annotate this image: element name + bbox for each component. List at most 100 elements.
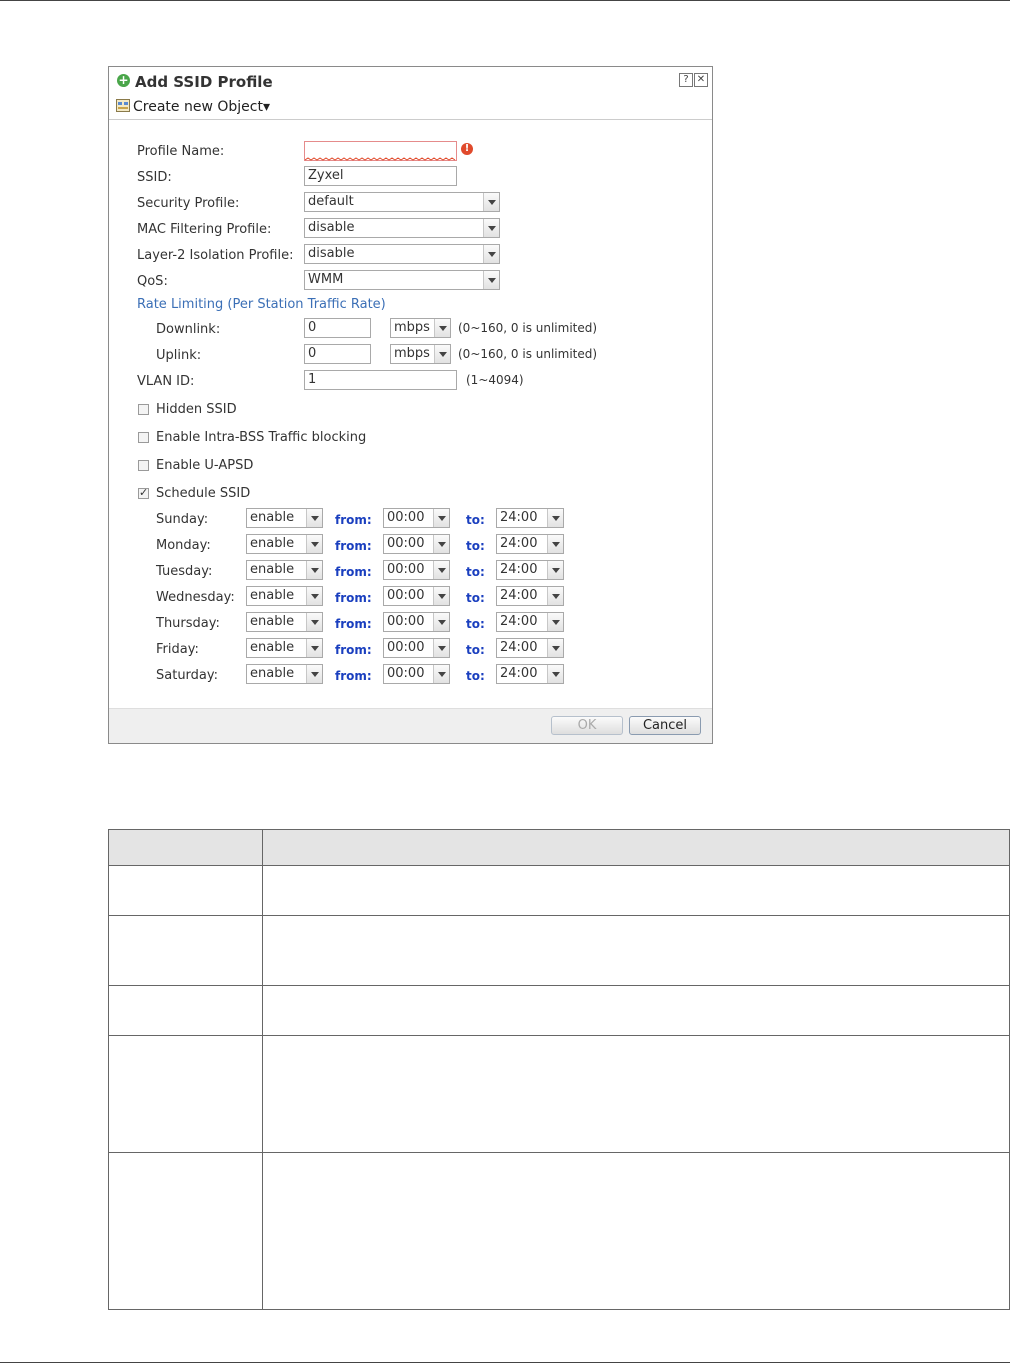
chevron-down-icon [433,535,449,553]
chevron-down-icon [306,613,322,631]
from-time-select[interactable]: 00:00 [383,586,450,606]
to-time-value: 24:00 [500,666,538,681]
chevron-down-icon [306,639,322,657]
day-state-value: enable [250,640,295,655]
downlink-range-note: (0~160, 0 is unlimited) [458,321,598,335]
chevron-down-icon [306,535,322,553]
mac-filter-select[interactable]: disable [304,218,500,238]
chevron-down-icon [483,219,499,237]
chevron-down-icon [433,587,449,605]
from-time-select[interactable]: 00:00 [383,534,450,554]
downlink-unit-select[interactable]: mbps [390,318,451,338]
day-label: Wednesday: [156,590,235,605]
cancel-button[interactable]: Cancel [629,716,701,735]
from-time-value: 00:00 [387,588,425,603]
uplink-input[interactable]: 0 [304,344,371,364]
chevron-down-icon [306,561,322,579]
day-state-value: enable [250,562,295,577]
close-icon[interactable]: ✕ [694,73,708,87]
hidden-ssid-checkbox[interactable] [138,404,149,415]
to-time-select[interactable]: 24:00 [496,612,564,632]
day-label: Saturday: [156,668,219,683]
error-icon: ! [461,143,473,155]
schedule-ssid-checkbox[interactable] [138,486,149,499]
from-time-select[interactable]: 00:00 [383,612,450,632]
from-time-value: 00:00 [387,510,425,525]
day-state-select[interactable]: enable [246,560,323,580]
chevron-down-icon [306,509,322,527]
profile-name-label: Profile Name: [137,144,225,159]
create-new-object-menu[interactable]: Create new Object▾ [133,99,270,115]
downlink-label: Downlink: [156,322,221,337]
uplink-unit-select[interactable]: mbps [390,344,451,364]
help-icon[interactable]: ? [679,73,693,87]
chevron-down-icon [306,665,322,683]
intra-bss-blocking-checkbox[interactable] [138,432,149,443]
dialog-footer: OK Cancel [109,708,712,743]
chevron-down-icon [433,665,449,683]
to-label: to: [466,591,485,605]
downlink-input[interactable]: 0 [304,318,371,338]
chevron-down-icon [433,561,449,579]
chevron-down-icon [547,509,563,527]
to-time-value: 24:00 [500,562,538,577]
chevron-down-icon [306,587,322,605]
from-label: from: [335,513,372,527]
to-time-select[interactable]: 24:00 [496,508,564,528]
to-label: to: [466,617,485,631]
from-label: from: [335,539,372,553]
uplink-unit-value: mbps [394,346,430,361]
to-time-value: 24:00 [500,588,538,603]
to-label: to: [466,643,485,657]
from-time-value: 00:00 [387,562,425,577]
chevron-down-icon [547,561,563,579]
from-label: from: [335,643,372,657]
table-row-divider [109,985,1009,986]
from-time-select[interactable]: 00:00 [383,664,450,684]
chevron-down-icon [547,535,563,553]
day-state-select[interactable]: enable [246,534,323,554]
from-time-select[interactable]: 00:00 [383,560,450,580]
hidden-ssid-label: Hidden SSID [156,402,237,417]
to-time-select[interactable]: 24:00 [496,534,564,554]
downlink-unit-value: mbps [394,320,430,335]
day-state-select[interactable]: enable [246,664,323,684]
rate-limiting-section-title: Rate Limiting (Per Station Traffic Rate) [137,297,386,312]
from-time-select[interactable]: 00:00 [383,508,450,528]
top-rule [0,0,1010,1]
to-time-select[interactable]: 24:00 [496,664,564,684]
day-state-select[interactable]: enable [246,612,323,632]
qos-select[interactable]: WMM [304,270,500,290]
vlan-id-input[interactable]: 1 [304,370,457,390]
security-profile-label: Security Profile: [137,196,240,211]
to-time-select[interactable]: 24:00 [496,586,564,606]
chevron-down-icon [547,613,563,631]
day-state-value: enable [250,510,295,525]
intra-bss-blocking-label: Enable Intra-BSS Traffic blocking [156,430,367,445]
from-label: from: [335,669,372,683]
table-column-divider [262,830,263,1309]
chevron-down-icon [483,271,499,289]
ssid-input[interactable]: Zyxel [304,166,457,186]
day-state-select[interactable]: enable [246,508,323,528]
to-label: to: [466,539,485,553]
to-time-value: 24:00 [500,640,538,655]
ok-button[interactable]: OK [551,716,623,735]
day-state-select[interactable]: enable [246,638,323,658]
mac-filter-value: disable [308,220,355,235]
l2-isolation-select[interactable]: disable [304,244,500,264]
dialog-header: + Add SSID Profile ? ✕ [109,67,712,94]
from-time-value: 00:00 [387,614,425,629]
u-apsd-checkbox[interactable] [138,460,149,471]
day-label: Thursday: [156,616,220,631]
to-time-select[interactable]: 24:00 [496,638,564,658]
to-time-select[interactable]: 24:00 [496,560,564,580]
day-state-select[interactable]: enable [246,586,323,606]
add-ssid-profile-dialog: + Add SSID Profile ? ✕ Create new Object… [108,66,713,744]
to-label: to: [466,669,485,683]
from-time-select[interactable]: 00:00 [383,638,450,658]
table-row-divider [109,1035,1009,1036]
dialog-title: Add SSID Profile [135,73,273,91]
security-profile-select[interactable]: default [304,192,500,212]
chevron-down-icon [547,587,563,605]
